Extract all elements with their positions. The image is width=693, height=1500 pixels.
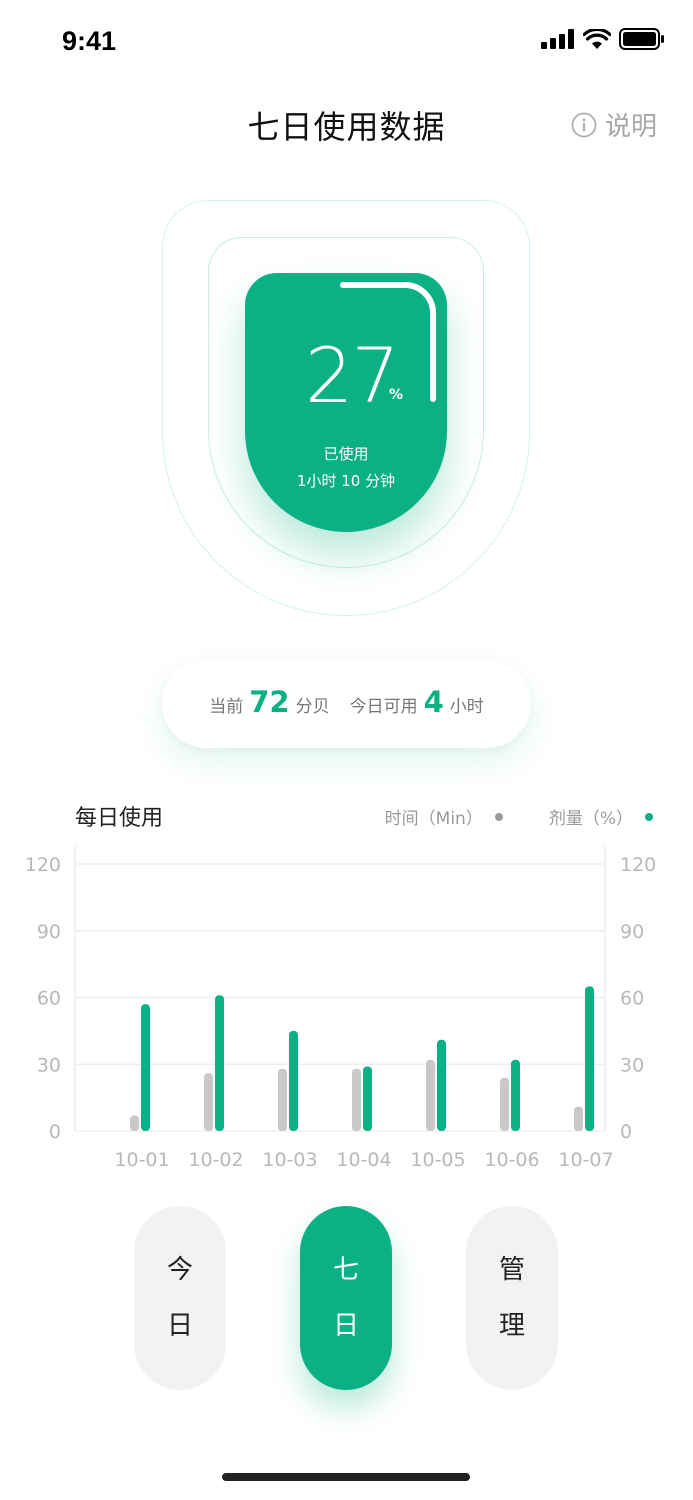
time-bar	[426, 1059, 435, 1131]
legend-time-label: 时间（Min）	[384, 809, 483, 829]
y-tick-label-right: 120	[620, 854, 656, 876]
dose-bar	[215, 995, 224, 1131]
tab-manage-char-2: 理	[498, 1311, 525, 1341]
tab-manage-char-1: 管	[498, 1255, 525, 1285]
cellular-signal-icon	[541, 29, 574, 49]
help-button[interactable]: 说明	[571, 106, 657, 143]
x-tick-label: 10-02	[188, 1149, 243, 1171]
y-tick-label-left: 30	[37, 1054, 61, 1076]
x-tick-label: 10-07	[558, 1149, 613, 1171]
dose-bar	[585, 986, 594, 1131]
app-screen: 9:41 七日使用数据 说明 27 % 已使用 1小时 10 分钟 当前 72 …	[0, 0, 693, 1500]
chart-legend: 时间（Min） 剂量（%）	[385, 804, 653, 829]
time-bar	[204, 1073, 213, 1131]
status-icons	[541, 28, 665, 50]
tab-today[interactable]: 今 日	[134, 1206, 226, 1390]
y-tick-label-right: 0	[620, 1121, 632, 1143]
decibel-prefix: 当前	[209, 696, 244, 717]
tab-today-char-2: 日	[166, 1311, 193, 1341]
tab-seven-days[interactable]: 七 日	[300, 1206, 392, 1390]
tab-seven-days-char-1: 七	[332, 1255, 359, 1285]
usage-gauge: 27 % 已使用 1小时 10 分钟	[245, 273, 447, 532]
dose-bar	[511, 1059, 520, 1131]
x-tick-label: 10-03	[262, 1149, 317, 1171]
available-prefix: 今日可用	[349, 696, 418, 717]
gauge-unit: %	[389, 387, 404, 403]
help-label: 说明	[604, 112, 657, 142]
y-tick-label-right: 30	[620, 1054, 644, 1076]
tab-manage[interactable]: 管 理	[466, 1206, 558, 1390]
time-bar	[278, 1068, 287, 1131]
time-bar	[574, 1106, 583, 1131]
x-tick-label: 10-05	[410, 1149, 465, 1171]
time-bar	[352, 1068, 361, 1131]
tab-seven-days-char-2: 日	[332, 1311, 359, 1341]
y-tick-label-right: 60	[620, 988, 644, 1010]
legend-dose-label: 剂量（%）	[548, 809, 633, 829]
daily-usage-chart: 0 0 30 30 60 60 90 90 120 120 10-01 10-02 10-03 10-04…	[25, 846, 656, 1171]
x-tick-label: 10-01	[114, 1149, 169, 1171]
status-time: 9:41	[62, 26, 117, 56]
status-bar: 9:41	[0, 0, 693, 84]
dose-bar	[363, 1066, 372, 1131]
wifi-icon	[583, 29, 611, 49]
home-indicator[interactable]	[222, 1473, 470, 1481]
x-tick-label: 10-06	[484, 1149, 539, 1171]
battery-icon	[619, 28, 664, 50]
y-tick-label-left: 90	[37, 921, 61, 943]
time-bar	[500, 1077, 509, 1131]
gauge-label: 已使用	[323, 445, 369, 463]
info-pill: 当前 72 分贝 今日可用 4 小时	[162, 660, 531, 748]
info-icon	[571, 112, 597, 137]
legend-dose-dot	[645, 812, 653, 821]
tab-today-char-1: 今	[166, 1255, 193, 1285]
y-tick-label-left: 60	[37, 988, 61, 1010]
y-tick-label-right: 90	[620, 921, 644, 943]
available-unit: 小时	[449, 696, 484, 717]
y-tick-label-left: 0	[49, 1121, 61, 1143]
x-tick-label: 10-04	[336, 1149, 391, 1171]
dose-bar	[289, 1030, 298, 1131]
decibel-unit: 分贝	[295, 696, 330, 717]
chart-title: 每日使用	[75, 806, 164, 831]
available-value: 4	[423, 685, 444, 719]
gauge-value: 27	[305, 331, 400, 420]
decibel-value: 72	[249, 685, 290, 719]
legend-time-dot	[494, 812, 503, 821]
gauge-duration: 1小时 10 分钟	[296, 472, 396, 490]
dose-bar	[437, 1039, 446, 1131]
y-tick-label-left: 120	[25, 854, 61, 876]
dose-bar	[141, 1004, 150, 1131]
time-bar	[130, 1115, 139, 1131]
